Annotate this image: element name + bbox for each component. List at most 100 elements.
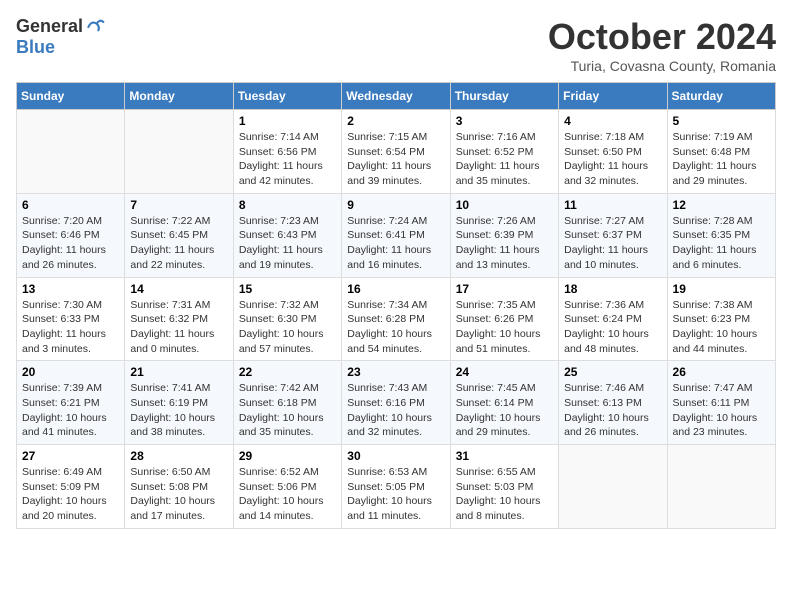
day-number: 28 bbox=[130, 449, 227, 463]
day-number: 11 bbox=[564, 198, 661, 212]
calendar-cell: 12 Sunrise: 7:28 AMSunset: 6:35 PMDayligh… bbox=[667, 193, 775, 277]
calendar-week-1: 1Sunrise: 7:14 AMSunset: 6:56 PMDaylight… bbox=[17, 110, 776, 194]
day-number: 13 bbox=[22, 282, 119, 296]
calendar-cell: 16 Sunrise: 7:34 AMSunset: 6:28 PMDayligh… bbox=[342, 277, 450, 361]
day-detail: Sunrise: 7:47 AMSunset: 6:11 PMDaylight:… bbox=[673, 381, 770, 440]
day-detail: Sunrise: 7:43 AMSunset: 6:16 PMDaylight:… bbox=[347, 381, 444, 440]
weekday-header-thursday: Thursday bbox=[450, 83, 558, 110]
calendar-cell: 22 Sunrise: 7:42 AMSunset: 6:18 PMDayligh… bbox=[233, 361, 341, 445]
calendar-cell: 29Sunrise: 6:52 AMSunset: 5:06 PMDayligh… bbox=[233, 445, 341, 529]
calendar-cell: 15 Sunrise: 7:32 AMSunset: 6:30 PMDayligh… bbox=[233, 277, 341, 361]
day-detail: Sunrise: 7:14 AMSunset: 6:56 PMDaylight:… bbox=[239, 130, 336, 189]
day-detail: Sunrise: 7:46 AMSunset: 6:13 PMDaylight:… bbox=[564, 381, 661, 440]
day-number: 27 bbox=[22, 449, 119, 463]
day-detail: Sunrise: 7:31 AMSunset: 6:32 PMDaylight:… bbox=[130, 298, 227, 357]
day-number: 22 bbox=[239, 365, 336, 379]
day-detail: Sunrise: 7:39 AMSunset: 6:21 PMDaylight:… bbox=[22, 381, 119, 440]
day-number: 20 bbox=[22, 365, 119, 379]
calendar-cell: 2Sunrise: 7:15 AMSunset: 6:54 PMDaylight… bbox=[342, 110, 450, 194]
day-detail: Sunrise: 7:36 AMSunset: 6:24 PMDaylight:… bbox=[564, 298, 661, 357]
calendar-week-5: 27 Sunrise: 6:49 AMSunset: 5:09 PMDayligh… bbox=[17, 445, 776, 529]
day-number: 2 bbox=[347, 114, 444, 128]
day-number: 31 bbox=[456, 449, 553, 463]
day-detail: Sunrise: 7:41 AMSunset: 6:19 PMDaylight:… bbox=[130, 381, 227, 440]
day-number: 8 bbox=[239, 198, 336, 212]
day-detail: Sunrise: 7:20 AMSunset: 6:46 PMDaylight:… bbox=[22, 214, 119, 273]
page-header: General Blue October 2024 Turia, Covasna… bbox=[16, 16, 776, 74]
day-number: 26 bbox=[673, 365, 770, 379]
title-block: October 2024 Turia, Covasna County, Roma… bbox=[548, 16, 776, 74]
day-detail: Sunrise: 7:34 AMSunset: 6:28 PMDaylight:… bbox=[347, 298, 444, 357]
day-number: 21 bbox=[130, 365, 227, 379]
calendar-cell: 27 Sunrise: 6:49 AMSunset: 5:09 PMDayligh… bbox=[17, 445, 125, 529]
calendar-cell: 21 Sunrise: 7:41 AMSunset: 6:19 PMDayligh… bbox=[125, 361, 233, 445]
day-number: 12 bbox=[673, 198, 770, 212]
day-number: 16 bbox=[347, 282, 444, 296]
calendar-cell: 6Sunrise: 7:20 AMSunset: 6:46 PMDaylight… bbox=[17, 193, 125, 277]
logo: General Blue bbox=[16, 16, 105, 58]
day-number: 5 bbox=[673, 114, 770, 128]
day-detail: Sunrise: 7:35 AMSunset: 6:26 PMDaylight:… bbox=[456, 298, 553, 357]
weekday-header-tuesday: Tuesday bbox=[233, 83, 341, 110]
calendar-cell: 25 Sunrise: 7:46 AMSunset: 6:13 PMDayligh… bbox=[559, 361, 667, 445]
day-detail: Sunrise: 7:28 AMSunset: 6:35 PMDaylight:… bbox=[673, 214, 770, 273]
logo-general-text: General bbox=[16, 16, 83, 37]
day-detail: Sunrise: 7:18 AMSunset: 6:50 PMDaylight:… bbox=[564, 130, 661, 189]
calendar-cell: 10 Sunrise: 7:26 AMSunset: 6:39 PMDayligh… bbox=[450, 193, 558, 277]
weekday-header-saturday: Saturday bbox=[667, 83, 775, 110]
calendar-cell: 24 Sunrise: 7:45 AMSunset: 6:14 PMDayligh… bbox=[450, 361, 558, 445]
calendar-cell: 26 Sunrise: 7:47 AMSunset: 6:11 PMDayligh… bbox=[667, 361, 775, 445]
day-detail: Sunrise: 7:24 AMSunset: 6:41 PMDaylight:… bbox=[347, 214, 444, 273]
calendar-cell: 31Sunrise: 6:55 AMSunset: 5:03 PMDayligh… bbox=[450, 445, 558, 529]
calendar-cell: 28Sunrise: 6:50 AMSunset: 5:08 PMDayligh… bbox=[125, 445, 233, 529]
day-detail: Sunrise: 7:26 AMSunset: 6:39 PMDaylight:… bbox=[456, 214, 553, 273]
month-title: October 2024 bbox=[548, 16, 776, 58]
calendar-cell: 13 Sunrise: 7:30 AMSunset: 6:33 PMDayligh… bbox=[17, 277, 125, 361]
calendar-cell: 23 Sunrise: 7:43 AMSunset: 6:16 PMDayligh… bbox=[342, 361, 450, 445]
day-number: 9 bbox=[347, 198, 444, 212]
weekday-header-monday: Monday bbox=[125, 83, 233, 110]
day-detail: Sunrise: 7:42 AMSunset: 6:18 PMDaylight:… bbox=[239, 381, 336, 440]
day-number: 23 bbox=[347, 365, 444, 379]
day-detail: Sunrise: 6:49 AMSunset: 5:09 PMDaylight:… bbox=[22, 465, 119, 524]
day-detail: Sunrise: 7:32 AMSunset: 6:30 PMDaylight:… bbox=[239, 298, 336, 357]
calendar-cell: 1Sunrise: 7:14 AMSunset: 6:56 PMDaylight… bbox=[233, 110, 341, 194]
weekday-header-sunday: Sunday bbox=[17, 83, 125, 110]
weekday-header-wednesday: Wednesday bbox=[342, 83, 450, 110]
calendar-cell: 17 Sunrise: 7:35 AMSunset: 6:26 PMDayligh… bbox=[450, 277, 558, 361]
calendar-cell: 5Sunrise: 7:19 AMSunset: 6:48 PMDaylight… bbox=[667, 110, 775, 194]
calendar-cell bbox=[667, 445, 775, 529]
day-number: 30 bbox=[347, 449, 444, 463]
day-number: 18 bbox=[564, 282, 661, 296]
calendar-cell: 14Sunrise: 7:31 AMSunset: 6:32 PMDayligh… bbox=[125, 277, 233, 361]
calendar-cell: 8Sunrise: 7:23 AMSunset: 6:43 PMDaylight… bbox=[233, 193, 341, 277]
location-text: Turia, Covasna County, Romania bbox=[548, 58, 776, 74]
calendar-week-3: 13 Sunrise: 7:30 AMSunset: 6:33 PMDayligh… bbox=[17, 277, 776, 361]
day-number: 10 bbox=[456, 198, 553, 212]
day-detail: Sunrise: 7:30 AMSunset: 6:33 PMDaylight:… bbox=[22, 298, 119, 357]
calendar-cell bbox=[17, 110, 125, 194]
logo-icon bbox=[85, 17, 105, 37]
day-detail: Sunrise: 7:45 AMSunset: 6:14 PMDaylight:… bbox=[456, 381, 553, 440]
day-number: 4 bbox=[564, 114, 661, 128]
calendar-week-4: 20 Sunrise: 7:39 AMSunset: 6:21 PMDayligh… bbox=[17, 361, 776, 445]
calendar-cell: 19Sunrise: 7:38 AMSunset: 6:23 PMDayligh… bbox=[667, 277, 775, 361]
weekday-header-friday: Friday bbox=[559, 83, 667, 110]
day-detail: Sunrise: 6:52 AMSunset: 5:06 PMDaylight:… bbox=[239, 465, 336, 524]
day-detail: Sunrise: 7:16 AMSunset: 6:52 PMDaylight:… bbox=[456, 130, 553, 189]
calendar-cell: 20 Sunrise: 7:39 AMSunset: 6:21 PMDayligh… bbox=[17, 361, 125, 445]
calendar-cell: 30 Sunrise: 6:53 AMSunset: 5:05 PMDayligh… bbox=[342, 445, 450, 529]
calendar-cell bbox=[559, 445, 667, 529]
calendar-table: SundayMondayTuesdayWednesdayThursdayFrid… bbox=[16, 82, 776, 529]
calendar-cell: 3 Sunrise: 7:16 AMSunset: 6:52 PMDaylight… bbox=[450, 110, 558, 194]
calendar-cell: 18 Sunrise: 7:36 AMSunset: 6:24 PMDayligh… bbox=[559, 277, 667, 361]
calendar-week-2: 6Sunrise: 7:20 AMSunset: 6:46 PMDaylight… bbox=[17, 193, 776, 277]
calendar-cell: 7Sunrise: 7:22 AMSunset: 6:45 PMDaylight… bbox=[125, 193, 233, 277]
day-number: 3 bbox=[456, 114, 553, 128]
day-number: 24 bbox=[456, 365, 553, 379]
day-detail: Sunrise: 6:53 AMSunset: 5:05 PMDaylight:… bbox=[347, 465, 444, 524]
day-number: 25 bbox=[564, 365, 661, 379]
day-number: 17 bbox=[456, 282, 553, 296]
weekday-header-row: SundayMondayTuesdayWednesdayThursdayFrid… bbox=[17, 83, 776, 110]
day-number: 15 bbox=[239, 282, 336, 296]
